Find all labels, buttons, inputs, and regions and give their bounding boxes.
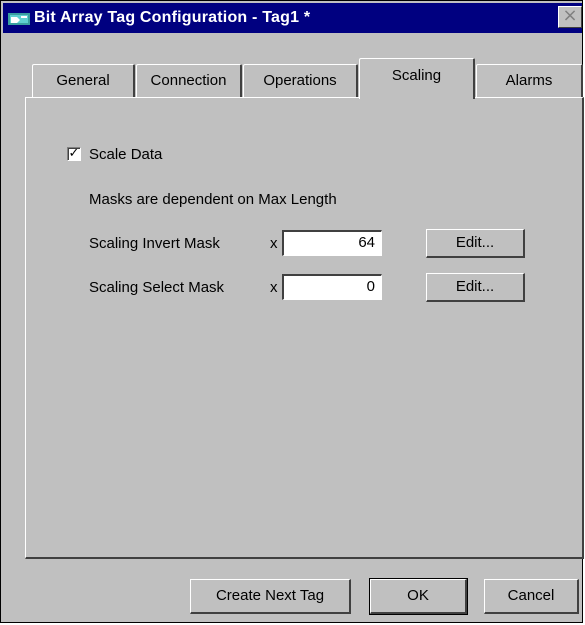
- tab-general-label: General: [56, 72, 110, 89]
- tab-connection[interactable]: Connection: [136, 64, 242, 98]
- tab-connection-label: Connection: [150, 72, 227, 89]
- invert-mask-edit-button[interactable]: Edit...: [426, 229, 525, 258]
- scale-data-checkbox[interactable]: ✓: [67, 147, 81, 161]
- window-title: Bit Array Tag Configuration - Tag1 *: [34, 9, 311, 26]
- ok-button[interactable]: OK: [369, 578, 468, 615]
- tab-operations[interactable]: Operations: [243, 64, 358, 98]
- cancel-button[interactable]: Cancel: [484, 579, 579, 614]
- select-mask-edit-label: Edit...: [455, 278, 495, 295]
- tab-general[interactable]: General: [32, 64, 135, 98]
- create-next-tag-label: Create Next Tag: [215, 587, 325, 604]
- create-next-tag-button[interactable]: Create Next Tag: [190, 579, 351, 614]
- invert-mask-prefix: x: [270, 235, 278, 252]
- title-bar[interactable]: Bit Array Tag Configuration - Tag1 * ×: [3, 3, 582, 33]
- scale-data-label[interactable]: Scale Data: [89, 146, 162, 163]
- tag-config-app-icon: [8, 13, 30, 25]
- invert-mask-label: Scaling Invert Mask: [89, 235, 220, 252]
- select-mask-prefix: x: [270, 279, 278, 296]
- ok-label: OK: [407, 587, 429, 604]
- dialog-window: Bit Array Tag Configuration - Tag1 * × G…: [0, 0, 584, 623]
- tab-alarms[interactable]: Alarms: [476, 64, 583, 98]
- close-button[interactable]: ×: [558, 6, 582, 28]
- checkmark-icon: ✓: [68, 146, 80, 161]
- select-mask-edit-button[interactable]: Edit...: [426, 273, 525, 302]
- tab-scaling-label: Scaling: [391, 67, 442, 84]
- tab-scaling[interactable]: Scaling: [359, 58, 475, 99]
- cancel-label: Cancel: [507, 587, 555, 604]
- select-mask-field[interactable]: 0: [282, 274, 382, 300]
- scaling-tab-panel: [25, 97, 584, 559]
- masks-note: Masks are dependent on Max Length: [89, 191, 337, 208]
- select-mask-label: Scaling Select Mask: [89, 279, 225, 296]
- invert-mask-edit-label: Edit...: [455, 234, 495, 251]
- invert-mask-field[interactable]: 64: [282, 230, 382, 256]
- close-icon: ×: [562, 5, 578, 26]
- tab-operations-label: Operations: [263, 72, 337, 89]
- tab-alarms-label: Alarms: [505, 72, 553, 89]
